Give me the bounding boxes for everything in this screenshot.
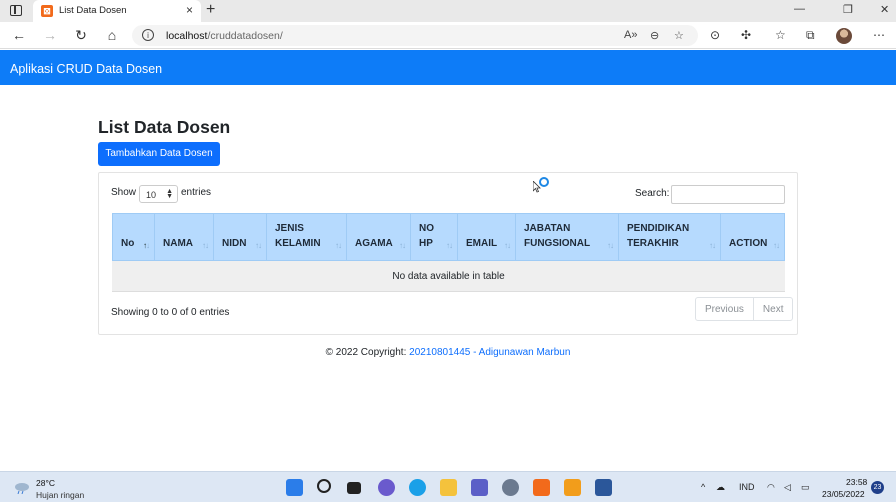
- battery-icon[interactable]: ▭: [801, 482, 810, 493]
- close-tab-icon[interactable]: ×: [186, 3, 193, 17]
- clock-date[interactable]: 23/05/2022: [822, 489, 865, 499]
- sort-icon: ↑↓: [399, 241, 406, 250]
- column-header-pendidikan-terakhir[interactable]: PENDIDIKAN TERAKHIR ↑↓: [619, 214, 721, 260]
- more-icon[interactable]: ⋯: [873, 28, 885, 42]
- browser-tab[interactable]: ⊠ List Data Dosen ×: [33, 0, 201, 22]
- sort-icon: ↑↓: [202, 241, 209, 250]
- column-header-nidn[interactable]: NIDN ↑↓: [214, 214, 267, 260]
- column-header-no[interactable]: No ↑↓: [113, 214, 155, 260]
- select-arrows-icon: ▲ ▼: [166, 188, 173, 200]
- browser-tab-strip: ⊠ List Data Dosen × + — ❐ ✕: [0, 0, 896, 22]
- task-view-icon[interactable]: [347, 482, 361, 494]
- sort-icon: ↑↓: [607, 241, 614, 250]
- tracking-icon[interactable]: ⊙: [710, 28, 720, 42]
- zoom-icon[interactable]: ⊖: [650, 29, 659, 42]
- loading-spinner-icon: [539, 177, 549, 187]
- sort-asc-icon: ↑↓: [143, 241, 150, 250]
- entries-length-value: 10: [146, 190, 157, 200]
- column-header-agama[interactable]: AGAMA ↑↓: [347, 214, 411, 260]
- pagination: Previous Next: [695, 297, 794, 321]
- search-icon[interactable]: [317, 479, 331, 493]
- navbar-brand[interactable]: Aplikasi CRUD Data Dosen: [10, 62, 162, 76]
- previous-button[interactable]: Previous: [696, 298, 753, 320]
- rain-cloud-icon[interactable]: [14, 481, 30, 495]
- show-label: Show: [111, 187, 137, 198]
- sublime-text-icon[interactable]: [564, 479, 581, 496]
- home-icon[interactable]: ⌂: [104, 27, 120, 43]
- sort-icon: ↑↓: [709, 241, 716, 250]
- column-header-nama[interactable]: NAMA ↑↓: [155, 214, 214, 260]
- tab-actions-icon[interactable]: [10, 5, 22, 16]
- sort-icon: ↑↓: [255, 241, 262, 250]
- search-input[interactable]: [671, 185, 785, 204]
- favorites-icon[interactable]: ☆: [775, 28, 786, 42]
- page-footer: © 2022 Copyright: 20210801445 - Adigunaw…: [0, 347, 896, 358]
- settings-icon[interactable]: [502, 479, 519, 496]
- next-button[interactable]: Next: [752, 298, 793, 320]
- clock-time[interactable]: 23:58: [846, 477, 867, 487]
- column-header-jabatan-fungsional[interactable]: JABATAN FUNGSIONAL ↑↓: [516, 214, 619, 260]
- chevron-up-icon[interactable]: ^: [701, 482, 705, 492]
- page-title: List Data Dosen: [98, 117, 231, 137]
- language-indicator[interactable]: IND: [739, 482, 755, 492]
- app-navbar: Aplikasi CRUD Data Dosen: [0, 50, 896, 85]
- volume-icon[interactable]: ◁: [784, 482, 791, 493]
- sort-icon: ↑↓: [446, 241, 453, 250]
- close-window-icon[interactable]: ✕: [880, 3, 889, 16]
- add-dosen-button[interactable]: Tambahkan Data Dosen: [98, 142, 220, 166]
- column-header-no-hp[interactable]: NO HP ↑↓: [411, 214, 458, 260]
- chat-icon[interactable]: [378, 479, 395, 496]
- new-tab-button[interactable]: +: [206, 1, 215, 19]
- column-header-action[interactable]: ACTION ↑↓: [721, 214, 784, 260]
- weather-description[interactable]: Hujan ringan: [36, 490, 84, 500]
- table-info: Showing 0 to 0 of 0 entries: [111, 307, 230, 318]
- restore-icon[interactable]: ❐: [843, 3, 853, 16]
- edge-icon[interactable]: [409, 479, 426, 496]
- minimize-icon[interactable]: —: [794, 3, 805, 15]
- entries-label: entries: [181, 187, 212, 198]
- entries-length-select[interactable]: 10 ▲ ▼: [139, 185, 178, 203]
- teams-icon[interactable]: [471, 479, 488, 496]
- favorite-icon[interactable]: ☆: [674, 29, 684, 42]
- file-explorer-icon[interactable]: [440, 479, 457, 496]
- table-header: No ↑↓ NAMA ↑↓ NIDN ↑↓ JENIS KELAMIN ↑↓ AG…: [112, 213, 785, 261]
- profile-avatar[interactable]: [836, 28, 852, 44]
- collections-icon[interactable]: ⧉: [806, 28, 815, 43]
- address-bar[interactable]: i localhost/cruddatadosen/ A» ⊖ ☆: [132, 25, 698, 46]
- datatable-card: Show 10 ▲ ▼ entries Search: No ↑↓ NAMA ↑↓…: [98, 172, 798, 335]
- tab-title: List Data Dosen: [59, 5, 127, 16]
- wifi-icon[interactable]: ◠: [767, 482, 775, 493]
- sort-icon: ↑↓: [335, 241, 342, 250]
- table-empty-row: No data available in table: [112, 261, 785, 292]
- onedrive-icon[interactable]: ☁: [716, 482, 725, 493]
- start-icon[interactable]: [286, 479, 303, 496]
- notification-badge[interactable]: 23: [871, 481, 884, 494]
- taskbar: 28°C Hujan ringan ^ ☁ IND ◠ ◁ ▭ 23:58 23…: [0, 471, 896, 502]
- site-info-icon[interactable]: i: [142, 29, 154, 41]
- column-header-email[interactable]: EMAIL ↑↓: [458, 214, 516, 260]
- xampp-icon[interactable]: [533, 479, 550, 496]
- extensions-icon[interactable]: ✣: [741, 28, 751, 42]
- url-text: localhost/cruddatadosen/: [166, 30, 283, 42]
- sort-icon: ↑↓: [773, 241, 780, 250]
- xampp-icon: ⊠: [41, 5, 53, 17]
- sort-icon: ↑↓: [504, 241, 511, 250]
- word-icon[interactable]: [595, 479, 612, 496]
- read-aloud-icon[interactable]: A»: [624, 29, 637, 41]
- browser-toolbar: ← → ↻ ⌂ i localhost/cruddatadosen/ A» ⊖ …: [0, 22, 896, 49]
- footer-author-link[interactable]: 20210801445 - Adigunawan Marbun: [409, 347, 570, 358]
- forward-icon[interactable]: →: [42, 27, 58, 43]
- back-icon[interactable]: ←: [11, 27, 27, 43]
- weather-temperature[interactable]: 28°C: [36, 478, 55, 488]
- reload-icon[interactable]: ↻: [73, 27, 89, 43]
- column-header-jenis-kelamin[interactable]: JENIS KELAMIN ↑↓: [267, 214, 347, 260]
- footer-copyright: © 2022 Copyright:: [325, 347, 410, 358]
- search-label: Search:: [635, 188, 670, 199]
